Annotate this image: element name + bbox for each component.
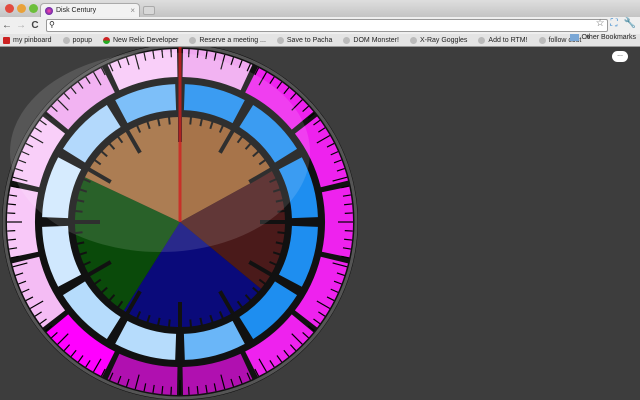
bookmark-item[interactable]: New Relic Developer xyxy=(103,36,179,44)
bookmark-label: Add to RTM! xyxy=(488,36,528,44)
close-window-button[interactable] xyxy=(5,4,14,13)
disk-favicon-icon xyxy=(45,6,53,15)
extension-icon[interactable]: ⛶ xyxy=(611,18,618,29)
other-bookmarks-label: Other Bookmarks xyxy=(581,34,636,41)
inner-tick xyxy=(277,231,286,235)
outer-tick xyxy=(7,203,16,206)
globe-icon xyxy=(538,36,546,44)
outer-tick xyxy=(344,203,353,206)
outer-tick xyxy=(7,238,16,241)
address-bar[interactable]: ⚲ xyxy=(46,19,608,32)
bookmark-item[interactable]: Reserve a meeting ... xyxy=(189,36,266,44)
bookmark-label: DOM Monster! xyxy=(353,36,399,44)
new-relic-icon xyxy=(103,36,110,44)
bookmark-item[interactable]: X-Ray Goggles xyxy=(409,36,468,44)
pinboard-icon xyxy=(3,36,10,44)
outer-tick xyxy=(196,386,199,395)
glass-reflection xyxy=(10,52,310,252)
bookmark-label: my pinboard xyxy=(13,36,52,44)
outer-tick xyxy=(161,386,164,395)
inner-tick xyxy=(189,319,193,328)
back-button[interactable]: ← xyxy=(0,20,14,31)
bookmark-item[interactable]: DOM Monster! xyxy=(343,36,399,44)
tab-disk-century[interactable]: Disk Century × xyxy=(40,3,140,17)
inner-tick xyxy=(167,319,171,328)
globe-icon xyxy=(62,36,70,44)
tab-bar: Disk Century × xyxy=(0,0,640,17)
outer-tick xyxy=(344,238,353,241)
bookmarks-bar: my pinboard popup New Relic Developer Re… xyxy=(0,34,640,47)
globe-icon xyxy=(276,36,284,44)
tab-title: Disk Century xyxy=(56,7,97,14)
toolbar: ← → C ⚲ ☆ ⛶ 🔧 xyxy=(0,17,640,34)
forward-button[interactable]: → xyxy=(14,20,28,31)
bookmark-label: Reserve a meeting ... xyxy=(199,36,266,44)
bookmark-label: Save to Pacha xyxy=(286,36,333,44)
bookmark-item[interactable]: my pinboard xyxy=(3,36,52,44)
disk-usage-dial[interactable] xyxy=(0,47,640,400)
globe-icon xyxy=(189,36,197,44)
wrench-icon[interactable]: 🔧 xyxy=(624,18,636,29)
bookmark-label: popup xyxy=(72,36,92,44)
bookmark-item[interactable]: Save to Pacha xyxy=(276,36,333,44)
globe-icon xyxy=(343,36,351,44)
new-tab-button[interactable] xyxy=(143,6,155,15)
bookmark-item[interactable]: popup xyxy=(62,36,92,44)
tab-close-icon[interactable]: × xyxy=(130,6,135,15)
reload-button[interactable]: C xyxy=(28,20,42,31)
minimize-window-button[interactable] xyxy=(17,4,26,13)
search-icon: ⚲ xyxy=(49,20,55,29)
globe-icon xyxy=(478,36,486,44)
bookmark-label: New Relic Developer xyxy=(113,36,179,44)
bookmark-item[interactable]: Add to RTM! xyxy=(478,36,528,44)
bookmark-label: X-Ray Goggles xyxy=(419,36,468,44)
bookmark-star-icon[interactable]: ☆ xyxy=(596,18,605,29)
other-bookmarks-folder[interactable]: Other Bookmarks xyxy=(569,34,636,41)
folder-icon xyxy=(569,34,579,41)
globe-icon xyxy=(409,36,417,44)
zoom-window-button[interactable] xyxy=(29,4,38,13)
